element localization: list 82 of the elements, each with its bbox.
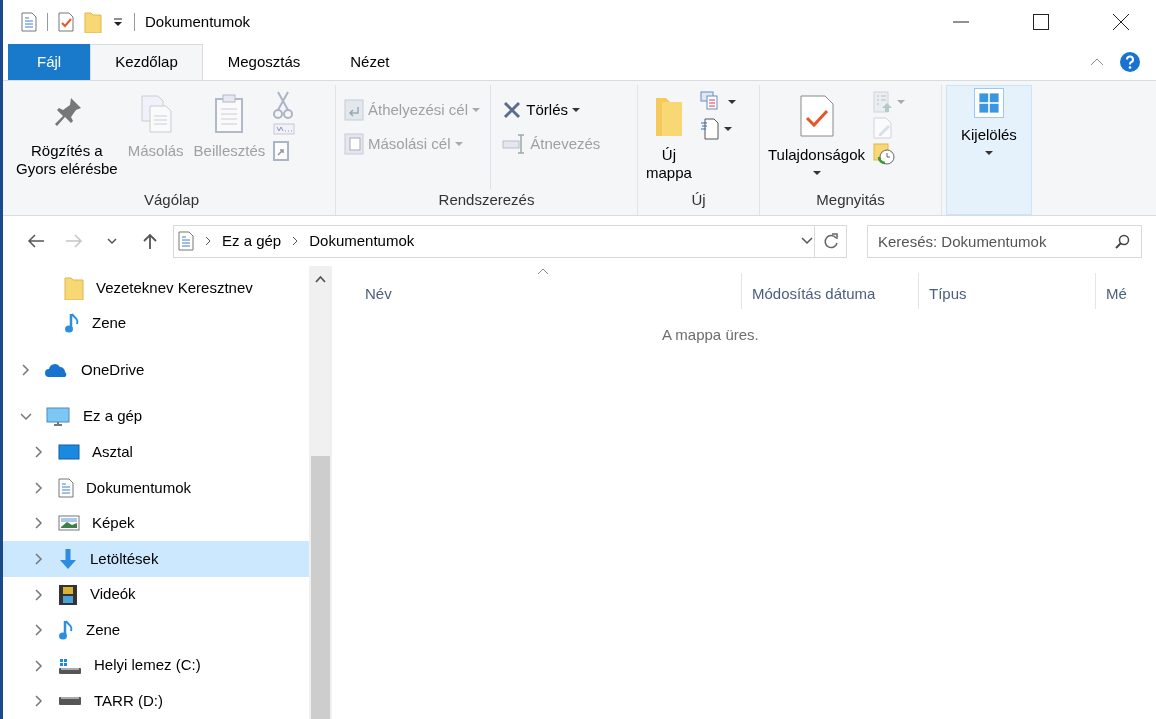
tree-item[interactable]: Vezeteknev Keresztnev xyxy=(3,270,309,306)
breadcrumb[interactable]: Dokumentumok xyxy=(309,229,415,253)
help-icon[interactable] xyxy=(1119,51,1141,73)
file-tab[interactable]: Fájl xyxy=(8,44,91,80)
computer-icon xyxy=(45,406,71,427)
tree-item[interactable]: Zene xyxy=(3,612,309,648)
checklist-icon xyxy=(58,12,74,32)
tree-item[interactable]: Helyi lemez (C:) xyxy=(3,647,309,684)
tree-item[interactable]: Zene xyxy=(3,305,309,342)
down-arrow-icon xyxy=(58,547,78,570)
breadcrumb-chevron-icon[interactable] xyxy=(291,236,300,246)
minimize-icon xyxy=(953,21,969,23)
ribbon-tab[interactable]: Kezdőlap xyxy=(90,44,203,80)
select-grid-icon xyxy=(973,88,1004,118)
search-icon[interactable] xyxy=(1114,233,1130,250)
tree-item[interactable]: Képek xyxy=(3,505,309,542)
history-icon xyxy=(873,142,895,165)
tree-item[interactable]: TARR (D:) xyxy=(3,683,309,719)
cloud-icon xyxy=(45,362,69,378)
folder-icon xyxy=(84,11,102,33)
breadcrumb[interactable]: Ez a gép xyxy=(222,229,282,253)
music-note-icon xyxy=(58,619,74,642)
empty-folder-message: A mappa üres. xyxy=(661,325,760,345)
ribbon-tab[interactable]: Megosztás xyxy=(202,44,326,80)
back-arrow-icon xyxy=(27,233,45,249)
music-note-icon xyxy=(64,312,80,335)
document-icon xyxy=(21,12,37,32)
column-header[interactable]: Módosítás dátuma xyxy=(742,273,919,309)
tree-item[interactable]: Asztal xyxy=(3,434,309,470)
tree-item[interactable]: Letöltések xyxy=(3,541,309,577)
ribbon-tab[interactable]: Nézet xyxy=(325,44,415,80)
group-label: Új xyxy=(690,190,707,210)
delete-x-icon xyxy=(502,99,523,120)
address-dropdown-icon[interactable] xyxy=(800,236,814,246)
column-header[interactable]: Név xyxy=(332,273,742,309)
scrollbar[interactable] xyxy=(309,266,332,719)
group-label: Megnyitás xyxy=(815,190,886,210)
ribbon-button[interactable]: Kijelölés xyxy=(946,85,1032,215)
drive-icon xyxy=(58,697,82,706)
window-title: Dokumentumok xyxy=(145,11,251,32)
column-header[interactable]: Mé xyxy=(1096,273,1156,309)
document-icon xyxy=(178,231,194,251)
sort-ascending-icon xyxy=(536,267,549,275)
tree-item[interactable]: Dokumentumok xyxy=(3,469,309,506)
collapse-ribbon-icon[interactable] xyxy=(1090,57,1104,67)
address-field[interactable]: Ez a gép Dokumentumok xyxy=(173,224,815,258)
column-header[interactable]: Típus xyxy=(919,273,1096,309)
film-icon xyxy=(58,583,78,606)
refresh-button[interactable] xyxy=(815,224,847,258)
scrollbar-thumb[interactable] xyxy=(311,456,330,719)
drive-icon xyxy=(58,656,82,675)
paste-shortcut-icon xyxy=(273,138,290,161)
refresh-icon xyxy=(822,232,839,250)
path-icon xyxy=(273,122,296,135)
customize-dropdown-icon[interactable] xyxy=(112,16,124,28)
group-label: Rendszerezés xyxy=(437,190,536,210)
search-field[interactable]: Keresés: Dokumentumok xyxy=(867,224,1142,258)
tree-item[interactable]: Videók xyxy=(3,576,309,613)
checkmark-document-icon xyxy=(798,94,835,138)
open-list-icon xyxy=(873,90,893,113)
copy-to-icon xyxy=(344,133,364,156)
scissors-icon xyxy=(273,90,294,119)
ribbon-button[interactable]: Rögzítés a Gyors elérésbe xyxy=(12,85,122,189)
maximize-icon xyxy=(1033,14,1049,30)
new-document-icon xyxy=(699,116,720,141)
rename-icon xyxy=(502,133,527,156)
breadcrumb-chevron-icon[interactable] xyxy=(204,236,212,246)
tree-item[interactable]: Ez a gép xyxy=(3,398,309,435)
picture-icon xyxy=(58,515,80,532)
ribbon-button[interactable]: Törlés xyxy=(498,92,605,127)
close-icon xyxy=(1113,14,1129,30)
ribbon-button[interactable]: Új mappa xyxy=(642,85,696,189)
ribbon-button[interactable]: Tulajdonságok xyxy=(764,85,869,189)
up-arrow-icon xyxy=(141,233,159,249)
group-label: Vágólap xyxy=(142,190,201,210)
folder-icon xyxy=(64,275,84,300)
move-to-icon xyxy=(344,98,364,121)
document-icon xyxy=(58,477,74,498)
edit-icon xyxy=(873,116,893,139)
desktop-icon xyxy=(58,443,80,462)
tree-item[interactable]: OneDrive xyxy=(3,352,309,388)
forward-arrow-icon xyxy=(65,233,83,249)
